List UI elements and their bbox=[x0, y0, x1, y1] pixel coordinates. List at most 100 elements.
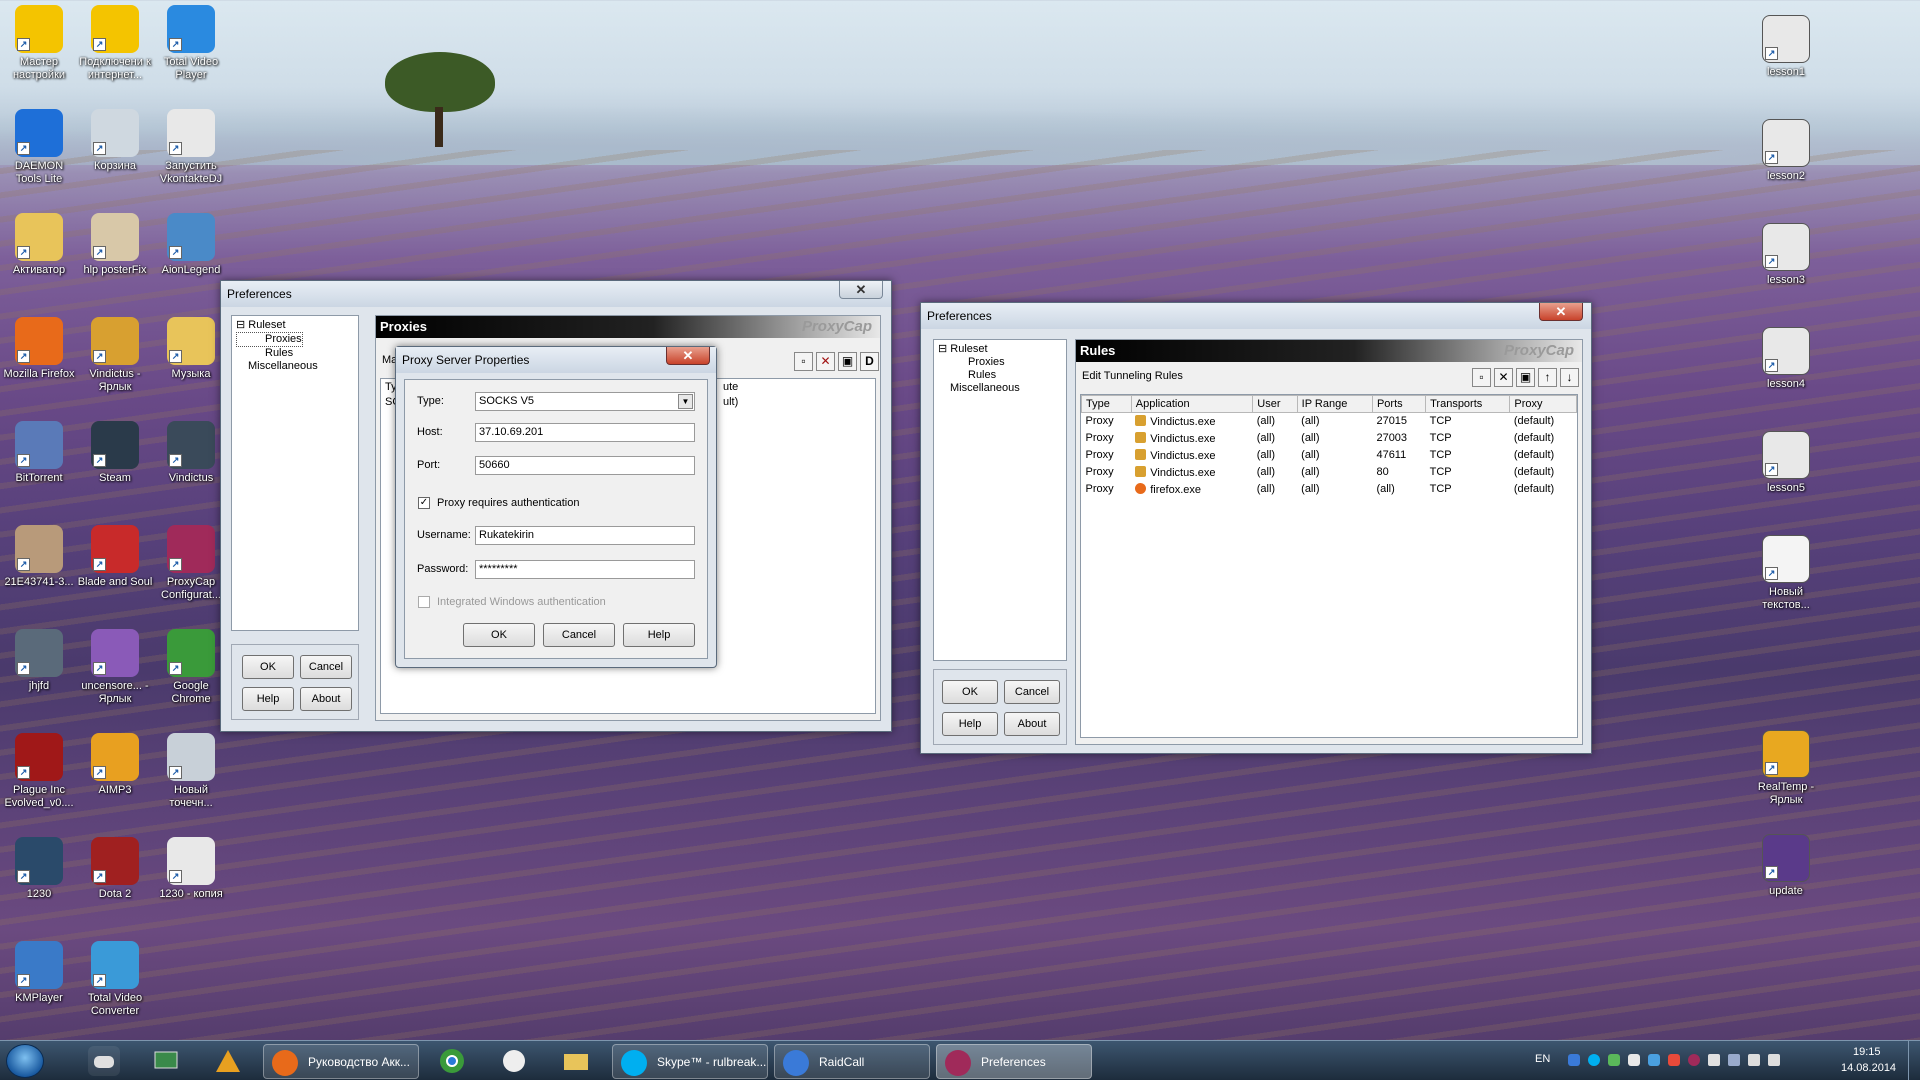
show-desktop-button[interactable] bbox=[1908, 1041, 1920, 1080]
desktop-icon-right-4[interactable]: ↗ lesson4 bbox=[1748, 327, 1824, 391]
desktop-icon-27[interactable]: ↗ 1230 - копия bbox=[153, 837, 229, 901]
delete-icon[interactable]: ✕ bbox=[1494, 368, 1513, 387]
chevron-down-icon[interactable]: ▼ bbox=[678, 394, 693, 409]
tree-item-rules[interactable]: Rules bbox=[938, 369, 1062, 382]
title-bar[interactable]: Preferences ✕ bbox=[921, 303, 1591, 329]
ok-button[interactable]: OK bbox=[463, 623, 535, 647]
move-down-icon[interactable]: ↓ bbox=[1560, 368, 1579, 387]
desktop-icon-17[interactable]: ↗ Blade and Soul bbox=[77, 525, 153, 589]
vkdj-icon[interactable] bbox=[498, 1046, 530, 1076]
desktop-icon-4[interactable]: ↗ DAEMON Tools Lite bbox=[1, 109, 77, 186]
windows-auth-checkbox[interactable] bbox=[418, 596, 430, 608]
desktop-icon-right-7[interactable]: ↗ RealTemp - Ярлык bbox=[1748, 730, 1824, 807]
start-button[interactable] bbox=[6, 1044, 44, 1078]
auth-checkbox[interactable]: ✓ bbox=[418, 497, 430, 509]
cancel-button[interactable]: Cancel bbox=[1004, 680, 1060, 704]
desktop-icon-5[interactable]: ↗ Корзина bbox=[77, 109, 153, 173]
bluetooth-icon[interactable] bbox=[1568, 1054, 1580, 1066]
skype-tray-icon[interactable] bbox=[1588, 1054, 1600, 1066]
close-button[interactable]: ✕ bbox=[1539, 303, 1583, 321]
chrome-icon[interactable] bbox=[436, 1046, 468, 1076]
network-tray-icon[interactable] bbox=[1608, 1054, 1620, 1066]
dialog-title-bar[interactable]: Proxy Server Properties ✕ bbox=[396, 347, 716, 373]
desktop-icon-right-2[interactable]: ↗ lesson2 bbox=[1748, 119, 1824, 183]
desktop-icon-26[interactable]: ↗ Dota 2 bbox=[77, 837, 153, 901]
help-button[interactable]: Help bbox=[242, 687, 294, 711]
desktop-icon-right-3[interactable]: ↗ lesson3 bbox=[1748, 223, 1824, 287]
new-rule-icon[interactable]: ▫ bbox=[1472, 368, 1491, 387]
tree-item-miscellaneous[interactable]: Miscellaneous bbox=[938, 382, 1062, 395]
language-indicator[interactable]: EN bbox=[1535, 1053, 1550, 1065]
proxycap-tray-icon[interactable] bbox=[1688, 1054, 1700, 1066]
remove-hardware-icon[interactable] bbox=[1728, 1054, 1740, 1066]
task-skype[interactable]: Skype™ - rulbreak... bbox=[612, 1044, 768, 1079]
table-row[interactable]: Proxy Vindictus.exe (all) (all) 27015 TCP (def… bbox=[1082, 413, 1577, 430]
port-input[interactable]: 50660 bbox=[475, 456, 695, 475]
desktop-icon-right-5[interactable]: ↗ lesson5 bbox=[1748, 431, 1824, 495]
folder-icon[interactable] bbox=[560, 1046, 592, 1076]
desktop-icon-24[interactable]: ↗ Новый точечн... bbox=[153, 733, 229, 810]
desktop-icon-19[interactable]: ↗ jhjfd bbox=[1, 629, 77, 693]
about-button[interactable]: About bbox=[1004, 712, 1060, 736]
help-button[interactable]: Help bbox=[623, 623, 695, 647]
move-up-icon[interactable]: ↑ bbox=[1538, 368, 1557, 387]
desktop-icon-6[interactable]: ↗ Запустить VkontakteDJ bbox=[153, 109, 229, 186]
column-header[interactable]: Transports bbox=[1425, 395, 1511, 413]
close-button[interactable]: ✕ bbox=[839, 281, 883, 299]
flag-icon[interactable] bbox=[1708, 1054, 1720, 1066]
desktop-icon-15[interactable]: ↗ Vindictus bbox=[153, 421, 229, 485]
desktop-icon-11[interactable]: ↗ Vindictus - Ярлык bbox=[77, 317, 153, 394]
cancel-button[interactable]: Cancel bbox=[300, 655, 352, 679]
desktop-icon-23[interactable]: ↗ AIMP3 bbox=[77, 733, 153, 797]
table-row[interactable]: Proxy Vindictus.exe (all) (all) 80 TCP (defaul… bbox=[1082, 464, 1577, 481]
tree-item-proxies[interactable]: Proxies bbox=[938, 356, 1062, 369]
column-header[interactable]: Application bbox=[1130, 395, 1254, 413]
gamepad-icon[interactable] bbox=[88, 1046, 120, 1076]
desktop-icon-18[interactable]: ↗ ProxyCap Configurat... bbox=[153, 525, 229, 602]
tree-item-ruleset[interactable]: ⊟ Ruleset bbox=[236, 319, 354, 332]
default-icon[interactable]: D bbox=[860, 352, 879, 371]
desktop-icon-8[interactable]: ↗ hlp posterFix bbox=[77, 213, 153, 277]
signal-icon[interactable] bbox=[1748, 1054, 1760, 1066]
table-row[interactable]: Proxy Vindictus.exe (all) (all) 27003 TCP (def… bbox=[1082, 430, 1577, 447]
app-tray-icon-2[interactable] bbox=[1648, 1054, 1660, 1066]
properties-icon[interactable]: ▣ bbox=[838, 352, 857, 371]
password-input[interactable]: ********* bbox=[475, 560, 695, 579]
column-header[interactable]: Proxy bbox=[1509, 395, 1577, 413]
ok-button[interactable]: OK bbox=[242, 655, 294, 679]
delete-icon[interactable]: ✕ bbox=[816, 352, 835, 371]
table-row[interactable]: Proxy Vindictus.exe (all) (all) 47611 TCP (def… bbox=[1082, 447, 1577, 464]
rules-list[interactable]: Type Application User IP Range Ports Transpor… bbox=[1080, 394, 1578, 738]
help-button[interactable]: Help bbox=[942, 712, 998, 736]
username-input[interactable]: Rukatekirin bbox=[475, 526, 695, 545]
desktop-icon-7[interactable]: ↗ Активатор bbox=[1, 213, 77, 277]
volume-icon[interactable] bbox=[1768, 1054, 1780, 1066]
task-firefox[interactable]: Руководство Акк... bbox=[263, 1044, 419, 1079]
column-header[interactable]: IP Range bbox=[1296, 395, 1373, 413]
collapse-icon[interactable]: ⊟ bbox=[938, 343, 947, 355]
desktop-icon-21[interactable]: ↗ Google Chrome bbox=[153, 629, 229, 706]
tree-item-ruleset[interactable]: ⊟ Ruleset bbox=[938, 343, 1062, 356]
clock-time[interactable]: 19:15 bbox=[1853, 1046, 1881, 1058]
title-bar[interactable]: Preferences ✕ bbox=[221, 281, 891, 307]
desktop-icon-9[interactable]: ↗ AionLegend bbox=[153, 213, 229, 277]
column-header[interactable]: Type bbox=[1081, 395, 1132, 413]
column-header[interactable]: User bbox=[1252, 395, 1298, 413]
column-header[interactable]: Ports bbox=[1371, 395, 1427, 413]
desktop-icon-29[interactable]: ↗ Total Video Converter bbox=[77, 941, 153, 1018]
desktop-icon-25[interactable]: ↗ 1230 bbox=[1, 837, 77, 901]
desktop-icon-20[interactable]: ↗ uncensore... - Ярлык bbox=[77, 629, 153, 706]
desktop-icon-12[interactable]: ↗ Музыка bbox=[153, 317, 229, 381]
close-button[interactable]: ✕ bbox=[666, 347, 710, 365]
desktop-icon-13[interactable]: ↗ BitTorrent bbox=[1, 421, 77, 485]
desktop-icon-16[interactable]: ↗ 21E43741-3... bbox=[1, 525, 77, 589]
app-tray-icon[interactable] bbox=[1628, 1054, 1640, 1066]
desktop-icon-28[interactable]: ↗ KMPlayer bbox=[1, 941, 77, 1005]
aimp-icon[interactable] bbox=[212, 1046, 244, 1076]
about-button[interactable]: About bbox=[300, 687, 352, 711]
tree-item-proxies[interactable]: Proxies bbox=[236, 332, 303, 347]
ok-button[interactable]: OK bbox=[942, 680, 998, 704]
type-select[interactable]: SOCKS V5 ▼ bbox=[475, 392, 695, 411]
desktop-icon-2[interactable]: ↗ Подключени к интернет... bbox=[77, 5, 153, 82]
desktop-icon-14[interactable]: ↗ Steam bbox=[77, 421, 153, 485]
